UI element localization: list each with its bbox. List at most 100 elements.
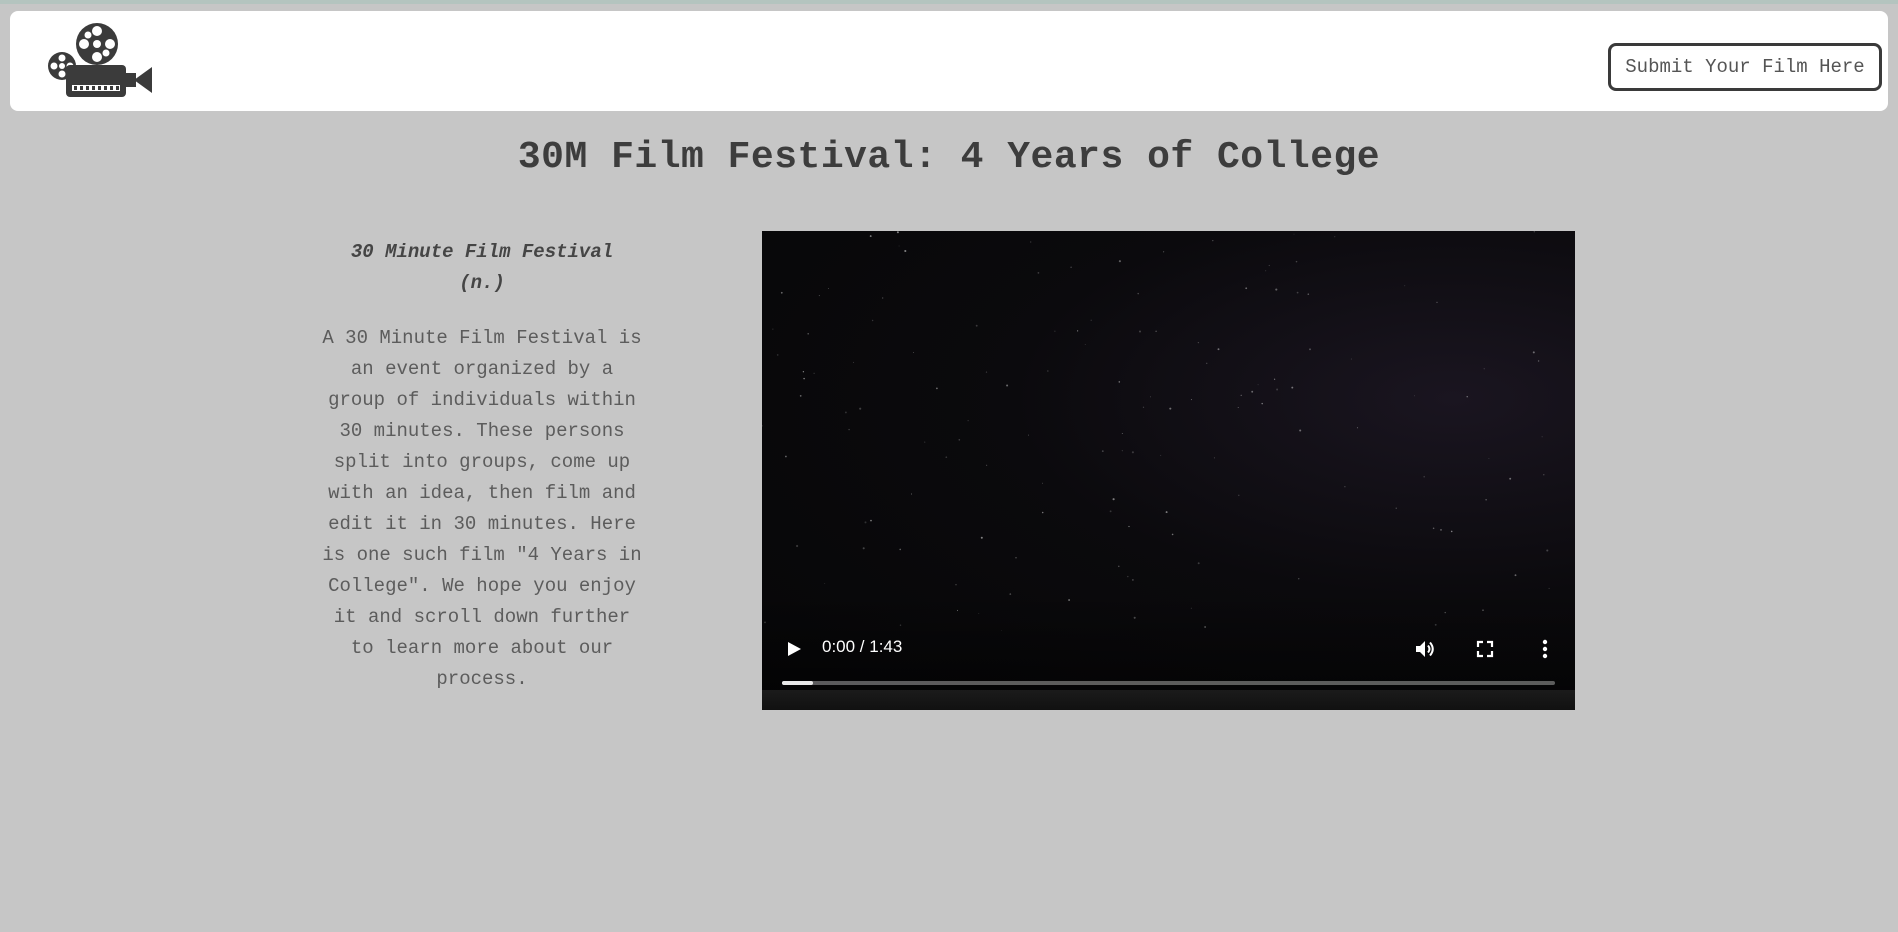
- star-speck: [1217, 348, 1220, 351]
- definition-description: A 30 Minute Film Festival is an event or…: [322, 327, 642, 690]
- submit-film-button[interactable]: Submit Your Film Here: [1608, 43, 1882, 91]
- star-speck: [1054, 330, 1056, 332]
- star-speck: [1139, 330, 1141, 333]
- star-speck: [1291, 386, 1294, 389]
- star-speck: [1404, 285, 1406, 287]
- more-options-icon[interactable]: [1533, 637, 1557, 661]
- star-speck: [785, 455, 787, 458]
- star-speck: [1190, 399, 1192, 401]
- star-speck: [1298, 578, 1300, 580]
- star-speck: [827, 288, 829, 289]
- definition-term: 30 Minute Film Festival (n.): [318, 237, 646, 299]
- star-speck: [796, 544, 799, 548]
- star-speck: [864, 521, 867, 524]
- star-speck: [780, 291, 783, 294]
- star-speck: [1485, 499, 1487, 501]
- star-speck: [945, 456, 948, 459]
- star-speck: [1483, 368, 1485, 370]
- star-speck: [1084, 344, 1086, 345]
- star-speck: [772, 328, 774, 330]
- star-speck: [967, 420, 969, 422]
- definition-part-of-speech: (n.): [459, 272, 505, 294]
- star-speck: [1334, 236, 1336, 238]
- definition-term-text: 30 Minute Film Festival: [350, 241, 614, 263]
- fullscreen-icon[interactable]: [1473, 637, 1497, 661]
- star-speck: [1042, 482, 1043, 484]
- star-speck: [862, 547, 865, 550]
- star-speck: [936, 387, 938, 390]
- star-speck: [1150, 396, 1152, 398]
- star-speck: [980, 536, 983, 539]
- festival-definition: 30 Minute Film Festival (n.) A 30 Minute…: [318, 237, 646, 695]
- star-speck: [1127, 575, 1129, 578]
- star-speck: [1275, 288, 1278, 291]
- star-speck: [848, 428, 850, 431]
- star-speck: [1090, 319, 1092, 321]
- star-speck: [1109, 510, 1112, 513]
- page-title: 30M Film Festival: 4 Years of College: [517, 136, 1381, 179]
- star-speck: [882, 297, 884, 299]
- video-progress-fill: [782, 681, 813, 685]
- star-speck: [1276, 388, 1279, 391]
- star-speck: [898, 245, 900, 247]
- star-speck: [1543, 474, 1545, 476]
- star-speck: [1548, 587, 1550, 589]
- star-speck: [1101, 450, 1104, 452]
- film-camera-icon[interactable]: [46, 21, 152, 101]
- star-speck: [853, 361, 855, 363]
- star-speck: [913, 352, 914, 354]
- star-speck: [869, 235, 872, 238]
- star-speck: [1509, 477, 1512, 480]
- star-speck: [1137, 292, 1139, 295]
- star-speck: [1450, 530, 1453, 533]
- star-speck: [958, 439, 961, 441]
- play-icon[interactable]: [784, 639, 804, 659]
- star-speck: [1112, 498, 1115, 501]
- star-speck: [1171, 533, 1174, 536]
- star-speck: [1356, 427, 1359, 429]
- star-speck: [1047, 370, 1049, 372]
- star-speck: [1155, 330, 1157, 332]
- star-speck: [1537, 360, 1540, 362]
- star-speck: [1350, 358, 1352, 360]
- star-speck: [1414, 395, 1415, 397]
- star-speck: [1006, 384, 1009, 387]
- star-speck: [1118, 381, 1121, 383]
- star-speck: [1533, 231, 1535, 233]
- video-bottom-bar: [762, 690, 1575, 710]
- star-speck: [1423, 475, 1425, 478]
- star-speck: [1514, 574, 1517, 577]
- star-speck: [1432, 527, 1435, 530]
- star-speck: [803, 377, 805, 380]
- star-speck: [1212, 239, 1214, 242]
- star-speck: [1121, 450, 1123, 452]
- star-speck: [1163, 251, 1165, 253]
- star-speck: [807, 332, 809, 335]
- star-speck: [1118, 565, 1120, 568]
- video-player[interactable]: 0:00 / 1:43: [762, 231, 1575, 710]
- star-speck: [818, 295, 820, 297]
- star-speck: [1440, 529, 1442, 531]
- star-speck: [1293, 233, 1295, 235]
- star-speck: [1261, 402, 1263, 405]
- star-speck: [1213, 457, 1215, 459]
- star-speck: [1307, 293, 1310, 295]
- star-speck: [813, 372, 815, 374]
- star-speck: [1206, 362, 1208, 364]
- star-speck: [1532, 351, 1535, 354]
- star-speck: [1165, 511, 1168, 514]
- star-speck: [924, 441, 926, 443]
- star-speck: [1015, 557, 1017, 559]
- star-speck: [955, 583, 957, 586]
- star-speck: [986, 464, 988, 466]
- star-speck: [1488, 457, 1490, 459]
- star-speck: [1265, 270, 1267, 272]
- star-speck: [1121, 433, 1123, 435]
- video-progress-bar[interactable]: [782, 681, 1555, 685]
- volume-icon[interactable]: [1413, 637, 1437, 661]
- star-speck: [1344, 486, 1346, 488]
- star-speck: [1030, 241, 1032, 243]
- star-speck: [1546, 549, 1549, 552]
- star-speck: [1160, 454, 1162, 456]
- star-speck: [776, 354, 779, 356]
